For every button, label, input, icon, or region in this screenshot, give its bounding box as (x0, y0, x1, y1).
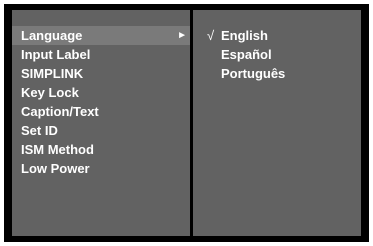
language-submenu-panel: √ English Español Português (193, 10, 361, 236)
submenu-arrow-icon: ► (177, 30, 187, 41)
language-option-label: English (221, 28, 268, 43)
language-option-english[interactable]: √ English (193, 26, 361, 45)
menu-item-label: Low Power (21, 161, 90, 176)
menu-item-label: Input Label (21, 47, 91, 62)
menu-item-set-id[interactable]: Set ID (12, 121, 190, 140)
menu-item-label: ISM Method (21, 142, 94, 157)
menu-item-language[interactable]: Language ► (12, 26, 190, 45)
menu-item-caption-text[interactable]: Caption/Text (12, 102, 190, 121)
main-menu-list: Language ► Input Label SIMPLINK Key Lock… (12, 26, 190, 178)
menu-item-label: Key Lock (21, 85, 79, 100)
check-mark-icon: √ (207, 28, 215, 43)
menu-item-ism-method[interactable]: ISM Method (12, 140, 190, 159)
menu-item-key-lock[interactable]: Key Lock (12, 83, 190, 102)
menu-item-simplink[interactable]: SIMPLINK (12, 64, 190, 83)
menu-item-input-label[interactable]: Input Label (12, 45, 190, 64)
language-option-list: √ English Español Português (193, 26, 361, 83)
menu-item-low-power[interactable]: Low Power (12, 159, 190, 178)
language-option-label: Português (221, 66, 286, 81)
menu-item-label: Set ID (21, 123, 58, 138)
language-option-portugues[interactable]: Português (193, 64, 361, 83)
menu-item-label: SIMPLINK (21, 66, 84, 81)
osd-menu-frame: Language ► Input Label SIMPLINK Key Lock… (4, 4, 369, 242)
menu-item-label: Caption/Text (21, 104, 99, 119)
language-option-espanol[interactable]: Español (193, 45, 361, 64)
menu-item-label: Language (21, 28, 83, 43)
language-option-label: Español (221, 47, 272, 62)
main-menu-panel: Language ► Input Label SIMPLINK Key Lock… (12, 10, 190, 236)
